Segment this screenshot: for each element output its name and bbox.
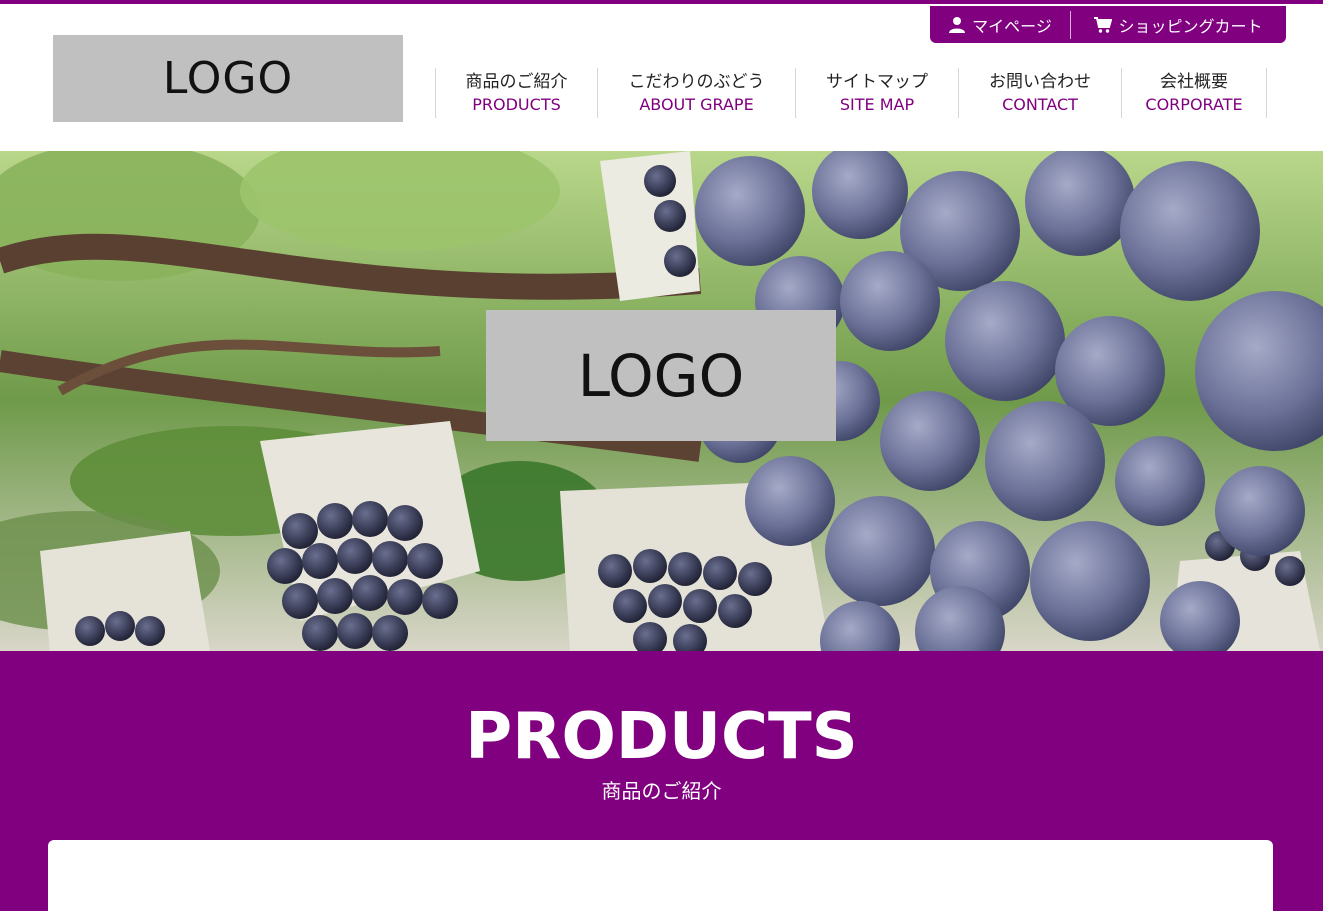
shopping-cart-link[interactable]: ショッピングカート: [1071, 6, 1286, 43]
main-nav: 商品のご紹介 PRODUCTS こだわりのぶどう ABOUT GRAPE サイト…: [435, 68, 1267, 118]
nav-label-en: SITE MAP: [839, 95, 915, 114]
nav-label-jp: サイトマップ: [826, 72, 928, 92]
site-logo[interactable]: LOGO: [53, 35, 403, 122]
nav-label-en: CORPORATE: [1145, 95, 1243, 114]
user-icon: [949, 16, 966, 33]
utility-bar: マイページ ショッピングカート: [930, 6, 1286, 43]
products-content-card: [48, 840, 1273, 920]
nav-item-products[interactable]: 商品のご紹介 PRODUCTS: [435, 68, 597, 118]
shopping-cart-label: ショッピングカート: [1118, 16, 1263, 36]
products-section: PRODUCTS 商品のご紹介: [0, 651, 1323, 920]
nav-item-contact[interactable]: お問い合わせ CONTACT: [958, 68, 1121, 118]
hero-logo: LOGO: [486, 310, 836, 441]
nav-item-site-map[interactable]: サイトマップ SITE MAP: [795, 68, 958, 118]
nav-label-jp: 会社概要: [1160, 72, 1228, 92]
nav-item-about-grape[interactable]: こだわりのぶどう ABOUT GRAPE: [597, 68, 795, 118]
shopping-cart-icon: [1094, 16, 1113, 33]
products-title: PRODUCTS: [465, 700, 858, 774]
hero-banner: LOGO: [0, 151, 1323, 651]
nav-label-en: ABOUT GRAPE: [639, 95, 754, 114]
nav-label-jp: お問い合わせ: [989, 72, 1091, 92]
nav-label-jp: こだわりのぶどう: [628, 72, 765, 92]
mypage-link[interactable]: マイページ: [930, 6, 1070, 43]
nav-label-en: CONTACT: [1002, 95, 1078, 114]
site-header: LOGO マイページ ショッピングカート 商品のご紹介 PRODUCTS こだわ…: [0, 4, 1323, 151]
nav-item-corporate[interactable]: 会社概要 CORPORATE: [1121, 68, 1267, 118]
hero-logo-text: LOGO: [577, 341, 745, 410]
mypage-label: マイページ: [972, 16, 1052, 36]
products-subtitle: 商品のご紹介: [601, 779, 722, 803]
nav-label-jp: 商品のご紹介: [465, 72, 568, 92]
logo-text: LOGO: [162, 53, 294, 104]
nav-label-en: PRODUCTS: [472, 95, 561, 114]
